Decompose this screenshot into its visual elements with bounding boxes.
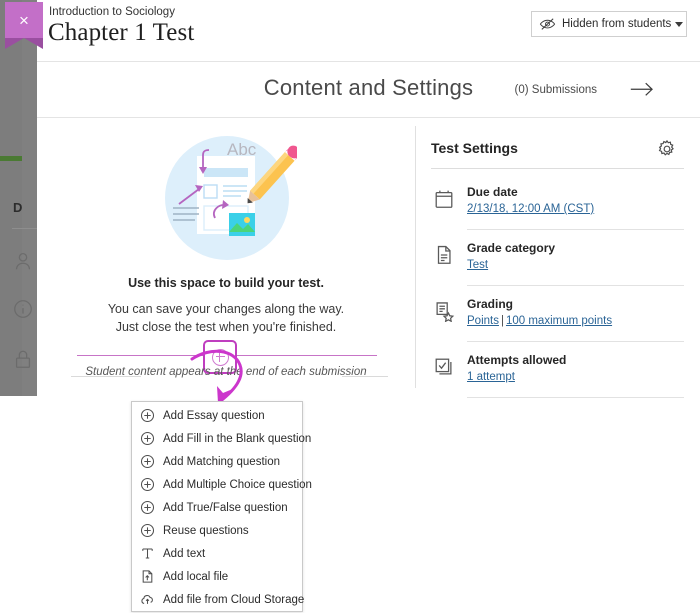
value-separator: | (500, 315, 504, 327)
menu-item-label: Add True/False question (163, 501, 288, 514)
setting-label: Grading (467, 297, 514, 311)
sidebar-ghost-divider (12, 228, 38, 229)
dimmed-sidebar-overlay (0, 0, 22, 396)
dimmed-sidebar-inner (22, 0, 37, 396)
menu-item-add-essay-question[interactable]: Add Essay question (132, 404, 302, 427)
setting-row-rule (467, 397, 684, 398)
empty-state-line-2: Just close the test when you're finished… (115, 320, 337, 334)
max-points-link[interactable]: 100 maximum points (506, 315, 612, 327)
setting-row-rule (467, 341, 684, 342)
chevron-down-icon (675, 21, 684, 27)
setting-row-rule (467, 229, 684, 230)
menu-item-add-text[interactable]: Add text (132, 542, 302, 565)
plus-circle-icon (140, 408, 155, 423)
setting-row-rule (467, 285, 684, 286)
panel-divider (415, 126, 416, 388)
setting-label: Attempts allowed (467, 353, 567, 367)
submissions-count: (0) Submissions (514, 84, 597, 96)
menu-item-add-local-file[interactable]: Add local file (132, 565, 302, 588)
setting-row-due-date[interactable]: Due date 2/13/18, 12:00 AM (CST) (431, 180, 684, 230)
svg-text:Abc: Abc (227, 140, 257, 159)
empty-state-line-1: You can save your changes along the way. (107, 302, 345, 316)
sidebar-green-accent (0, 156, 22, 161)
empty-state-heading: Use this space to build your test. (128, 276, 324, 290)
visibility-dropdown-button[interactable]: Hidden from students (531, 11, 687, 37)
menu-item-label: Add Matching question (163, 455, 280, 468)
upload-file-icon (140, 569, 155, 584)
menu-item-label: Add Fill in the Blank question (163, 432, 312, 445)
build-test-illustration: Abc (157, 128, 301, 268)
plus-circle-icon (140, 431, 155, 446)
visibility-label: Hidden from students (562, 18, 672, 30)
add-content-menu[interactable]: Add Essay question Add Fill in the Blank… (131, 401, 312, 612)
sidebar-ghost-letter: D (13, 200, 23, 215)
eye-slash-icon (539, 17, 556, 31)
setting-row-attempts-allowed[interactable]: Attempts allowed 1 attempt (431, 348, 684, 398)
menu-item-add-multiple-choice-question[interactable]: Add Multiple Choice question (132, 473, 312, 496)
plus-circle-icon (211, 348, 229, 366)
plus-circle-icon (140, 454, 155, 469)
menu-item-add-file-from-cloud-storage[interactable]: Add file from Cloud Storage (132, 588, 305, 611)
content-area: Abc Use this space to build your test. Y… (37, 118, 700, 398)
person-icon (12, 250, 34, 272)
text-tool-icon (140, 546, 155, 561)
menu-item-label: Add Multiple Choice question (163, 478, 312, 491)
plus-circle-icon (140, 500, 155, 515)
settings-title: Test Settings (431, 140, 518, 156)
setting-value[interactable]: Points | 100 maximum points (467, 315, 612, 327)
attempts-allowed-link[interactable]: 1 attempt (467, 371, 515, 383)
menu-item-label: Add text (163, 547, 206, 560)
menu-item-label: Add Essay question (163, 409, 265, 422)
menu-item-label: Reuse questions (163, 524, 249, 537)
info-circle-icon (12, 298, 34, 320)
grading-icon (433, 300, 455, 324)
due-date-link[interactable]: 2/13/18, 12:00 AM (CST) (467, 203, 594, 215)
setting-value[interactable]: Test (467, 259, 488, 271)
setting-label: Due date (467, 185, 518, 199)
page-header: Introduction to Sociology Chapter 1 Test… (37, 0, 700, 62)
menu-item-label: Add local file (163, 570, 229, 583)
menu-item-add-matching-question[interactable]: Add Matching question (132, 450, 302, 473)
page-title: Chapter 1 Test (48, 19, 195, 46)
plus-circle-icon (140, 523, 155, 538)
plus-circle-icon (140, 477, 155, 492)
attempts-icon (433, 356, 455, 380)
arrow-right-icon[interactable] (628, 79, 656, 101)
close-icon: × (19, 10, 29, 30)
breadcrumb-course-name: Introduction to Sociology (49, 6, 175, 18)
setting-label: Grade category (467, 241, 556, 255)
setting-row-grading[interactable]: Grading Points | 100 maximum points (431, 292, 684, 342)
menu-item-reuse-questions[interactable]: Reuse questions (132, 519, 302, 542)
grading-schema-link[interactable]: Points (467, 315, 499, 327)
gear-icon[interactable] (656, 138, 678, 160)
lock-icon (12, 348, 34, 370)
subheader-title: Content and Settings (263, 75, 474, 100)
menu-item-label: Add file from Cloud Storage (163, 593, 305, 606)
settings-header-rule (431, 168, 684, 169)
menu-item-add-fill-in-the-blank-question[interactable]: Add Fill in the Blank question (132, 427, 311, 450)
setting-row-grade-category[interactable]: Grade category Test (431, 236, 684, 286)
setting-value[interactable]: 1 attempt (467, 371, 515, 383)
close-button[interactable]: × (5, 2, 43, 50)
calendar-icon (433, 188, 455, 212)
setting-value[interactable]: 2/13/18, 12:00 AM (CST) (467, 203, 594, 215)
grade-category-link[interactable]: Test (467, 259, 488, 271)
document-icon (433, 244, 455, 268)
student-content-note: Student content appears at the end of ea… (85, 366, 367, 378)
cloud-upload-icon (140, 592, 155, 607)
content-settings-subheader: Content and Settings (0) Submissions (37, 62, 700, 118)
menu-item-add-true-false-question[interactable]: Add True/False question (132, 496, 302, 519)
close-tag-tail (5, 38, 43, 49)
